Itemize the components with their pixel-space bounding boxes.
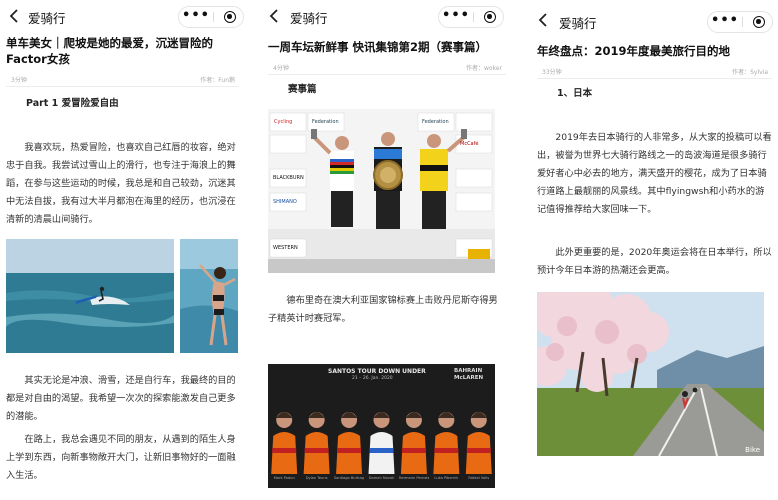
paragraph: 德布里奇在澳大利亚国家锦标赛上击败丹尼斯夺得男子精英计时赛冠军。 — [268, 295, 498, 324]
more-menu-icon[interactable]: ••• — [179, 7, 213, 27]
surfer-woman-photo — [180, 239, 238, 353]
paragraph: 此外更重要的是，2020年奥运会将在日本举行，所以预计今年日本游的热潮还会更高。 — [537, 247, 772, 276]
rider-jersey-stripe — [337, 448, 362, 453]
cherry-blossom-road-photo: Bike — [537, 292, 764, 456]
close-target-icon[interactable] — [224, 11, 236, 23]
nav-title: 爱骑行 — [559, 16, 597, 31]
sponsor-text: McCafé — [460, 141, 479, 147]
read-time: 4分钟 — [273, 65, 289, 72]
back-arrow-icon[interactable] — [8, 8, 22, 24]
article-meta: 33分钟 作者：Sylvia — [537, 63, 772, 79]
sponsor-text: SHIMANO — [273, 199, 297, 205]
sponsor-text: WESTERN — [273, 245, 298, 251]
section-heading: Part 1 爱冒险爱自由 — [26, 98, 119, 109]
rider-name: Santiago Buitrago — [333, 476, 365, 480]
author: 作者：Sylvia — [732, 69, 768, 76]
sponsor-text: Federation — [312, 119, 339, 125]
poster-brand-top: BAHRAIN — [454, 368, 483, 374]
paragraph: 其实无论是冲浪、滑雪，还是自行车，我最终的目的都是对自由的渴望。我希望一次次的探… — [6, 375, 236, 422]
nav-title: 爱骑行 — [290, 11, 328, 26]
capsule-divider — [742, 17, 743, 27]
kitesurf-photo — [6, 239, 174, 353]
article-title: 一周车坛新鲜事 快讯集锦第2期（赛事篇） — [268, 40, 488, 54]
article-panel-3: 爱骑行 ••• 年终盘点：2019年度最美旅行目的地 33分钟 作者：Sylvi… — [531, 0, 778, 500]
mini-program-capsule: ••• — [438, 6, 504, 28]
sponsor-text: Federation — [422, 119, 449, 125]
mini-program-capsule: ••• — [707, 11, 773, 33]
rider-jersey-stripe — [369, 448, 394, 453]
sponsor-text: BLACKBURN — [273, 175, 304, 181]
rider-jersey-stripe — [401, 448, 426, 453]
back-arrow-icon[interactable] — [268, 8, 282, 24]
nav-bar: 爱骑行 ••• — [0, 0, 245, 34]
nav-title: 爱骑行 — [28, 11, 66, 26]
rider-name: Mark Padun — [273, 476, 295, 480]
sponsor-text: Cycling — [274, 119, 293, 125]
photo-watermark: Bike — [745, 446, 760, 454]
article-meta: 3分钟 作者：Fun鹅 — [6, 71, 239, 87]
rider-name: Domen Novak — [368, 476, 395, 480]
more-menu-icon[interactable]: ••• — [708, 12, 742, 32]
team-poster: SANTOS TOUR DOWN UNDER 21 – 26. Jan. 202… — [268, 364, 495, 488]
rider-name: Dylan Teuns — [305, 476, 328, 480]
more-menu-icon[interactable]: ••• — [439, 7, 473, 27]
rider-jersey-stripe — [304, 448, 329, 453]
rider-name: Rafael Valls — [468, 476, 490, 480]
close-target-icon[interactable] — [753, 16, 765, 28]
mini-program-capsule: ••• — [178, 6, 244, 28]
rider-jersey-stripe — [434, 448, 459, 453]
nav-bar: 爱骑行 ••• — [262, 0, 512, 34]
paragraph: 我喜欢玩，热爱冒险，也喜欢自己红唇的妆容，绝对忠于自我。我尝试过雪山上的滑行，也… — [6, 142, 236, 225]
podium-sponsors: Federation Cycling Federation McCafé BLA… — [268, 109, 495, 273]
paragraph: 2019年去日本骑行的人非常多，从大家的投稿可以看出，被誉为世界七大骑行路线之一… — [537, 132, 772, 215]
rider-name: Hermann Pernsteiner — [398, 476, 429, 480]
rider-jersey-stripe — [466, 448, 491, 453]
article-title: 单车美女｜爬坡是她的最爱，沉迷冒险的Factor女孩 — [6, 36, 213, 66]
poster-brand-bottom: McLAREN — [454, 375, 484, 381]
rider-jersey-stripe — [272, 448, 297, 453]
back-arrow-icon[interactable] — [537, 12, 551, 28]
close-target-icon[interactable] — [484, 11, 496, 23]
read-time: 33分钟 — [542, 69, 562, 76]
capsule-divider — [473, 12, 474, 22]
article-title: 年终盘点：2019年度最美旅行目的地 — [537, 44, 731, 58]
section-heading: 赛事篇 — [288, 84, 317, 95]
article-panel-2: 爱骑行 ••• 一周车坛新鲜事 快讯集锦第2期（赛事篇） 4分钟 作者：woke… — [262, 0, 512, 500]
read-time: 3分钟 — [11, 77, 27, 84]
poster-title: SANTOS TOUR DOWN UNDER — [328, 368, 426, 375]
author: 作者：woker — [466, 65, 502, 72]
article-meta: 4分钟 作者：woker — [268, 59, 506, 75]
section-heading: 1、日本 — [557, 88, 593, 99]
nav-bar: 爱骑行 ••• — [531, 0, 778, 40]
capsule-divider — [213, 12, 214, 22]
rider-name: Luka Pibernik — [434, 476, 459, 480]
podium-photo: Federation Cycling Federation McCafé BLA… — [268, 109, 495, 273]
paragraph: 在路上，我总会遇见不同的朋友，从遇到的陌生人身上学到东西，向新事物敞开大门，让新… — [6, 434, 236, 481]
article-panel-1: 爱骑行 ••• 单车美女｜爬坡是她的最爱，沉迷冒险的Factor女孩 3分钟 作… — [0, 0, 245, 500]
poster-date: 21 – 26. Jan. 2020 — [352, 376, 393, 381]
author: 作者：Fun鹅 — [200, 77, 235, 84]
